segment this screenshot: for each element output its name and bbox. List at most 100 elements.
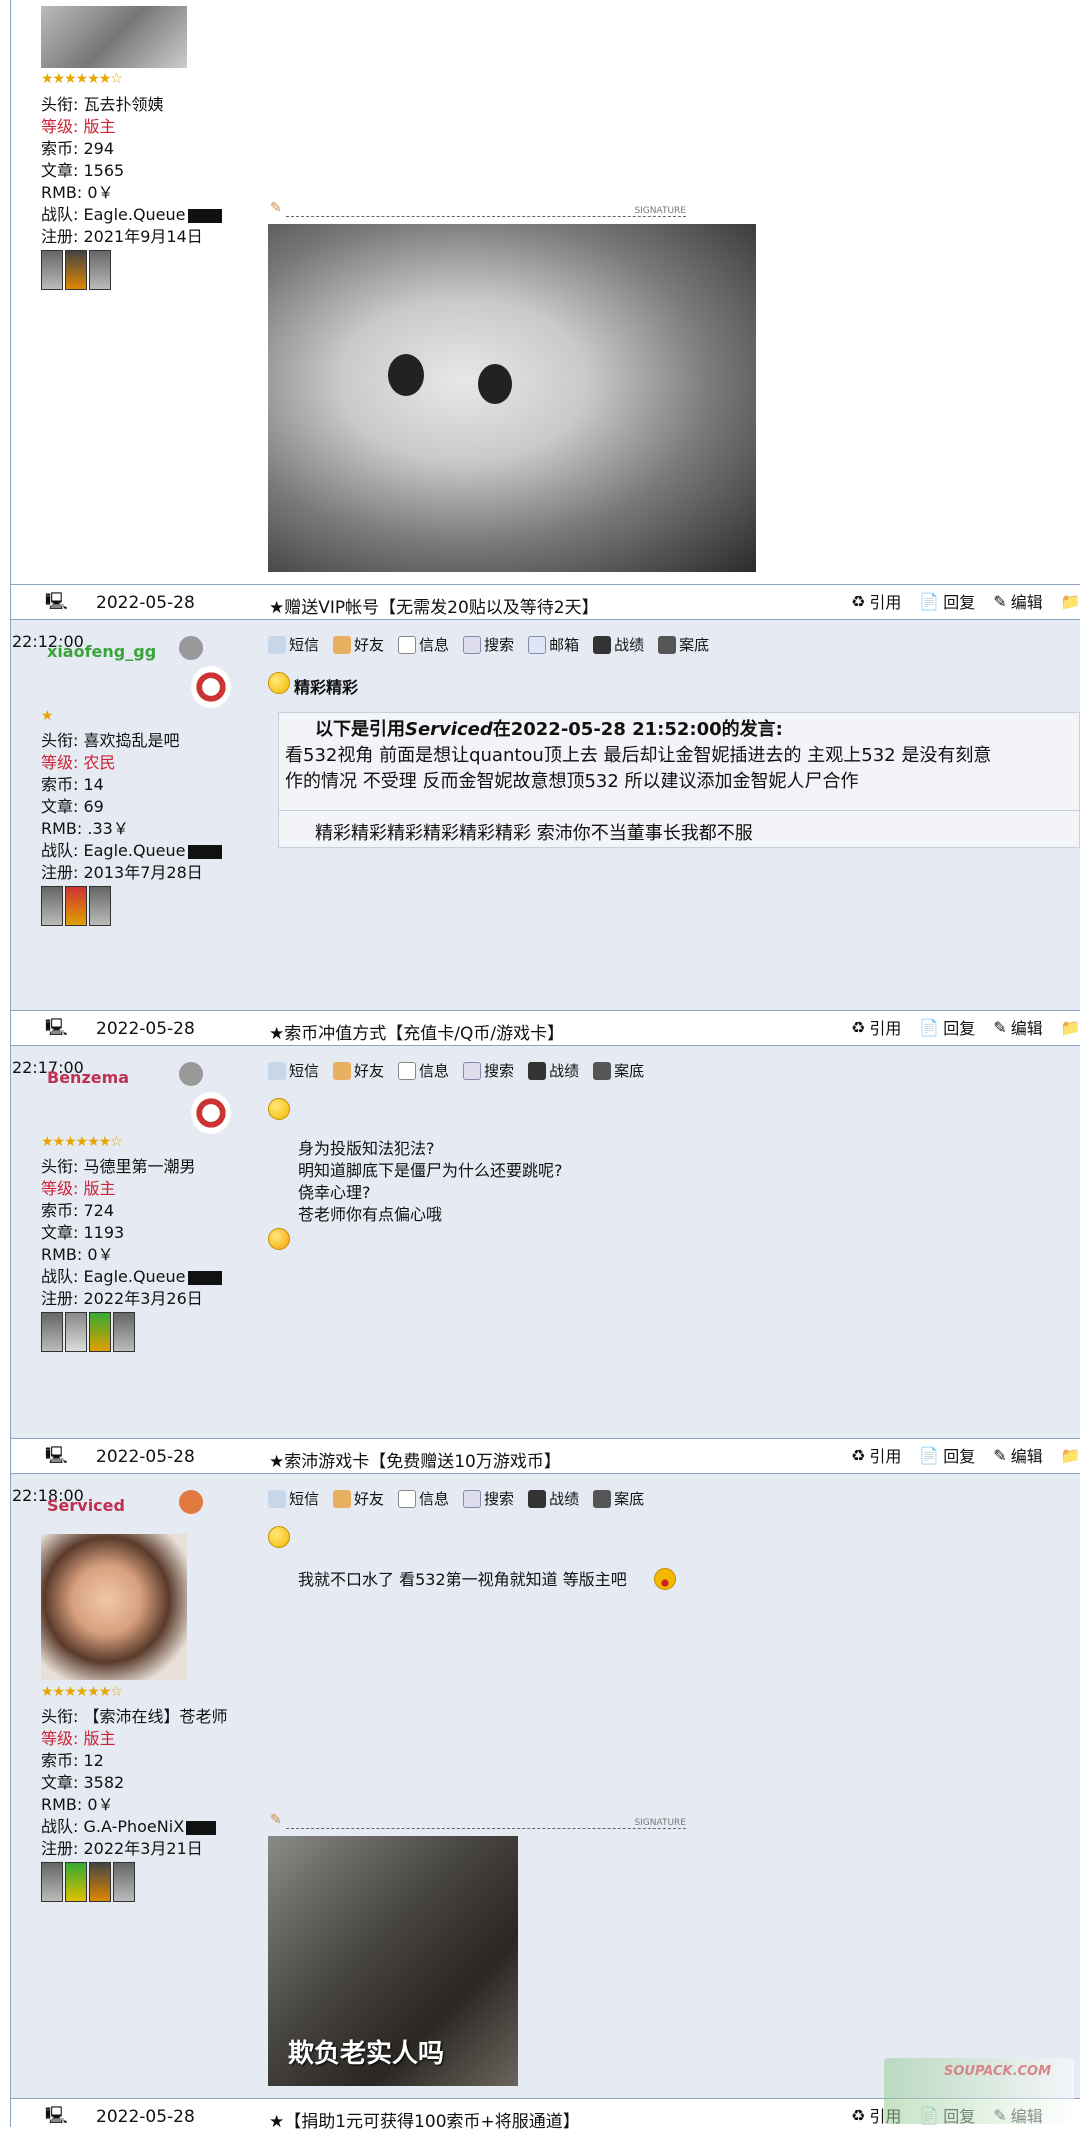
author-panel: 22:18:00 Serviced ★★★★★★☆ 头衔: 【索沛在线】苍老师 … [11,1474,244,2098]
search-button[interactable]: 搜索 [463,634,514,655]
username[interactable]: Serviced [47,1496,125,1515]
monitor-icon [593,1489,612,1508]
reply-button[interactable]: 📄回复 [919,589,975,613]
quote-icon: ♻ [851,591,866,611]
friend-button[interactable]: 好友 [333,1060,384,1081]
info-button[interactable]: 信息 [398,634,449,655]
friend-button[interactable]: 好友 [333,1488,384,1509]
soldier-icon [528,1489,547,1508]
mail-icon [528,635,547,654]
love-smiley-icon [268,1228,290,1250]
quote-icon: ♻ [851,1017,866,1037]
post-1: 22:12:00 xiaofeng_gg ★ 头衔: 喜欢捣乱是吧 等级: 农民… [11,620,1080,1012]
record-button[interactable]: 战绩 [593,634,644,655]
document-icon [398,1061,417,1080]
post-actions: ♻ 引用 📄 回复 ✎ 编辑 📁 [851,1443,1080,1467]
folder-icon: 📁 [1060,591,1080,611]
case-button[interactable]: 案底 [593,1060,644,1081]
user-face-icon [179,636,203,660]
medal-icon [65,1862,87,1902]
author-info: 头衔: 马德里第一潮男 等级: 版主 索币: 724 文章: 1193 RMB:… [41,1156,222,1310]
monitor-icon [593,1061,612,1080]
cat-eye [478,364,512,404]
computer-icon: 🖳 [45,2106,68,2126]
medal-icon [89,886,111,926]
post-date: 2022-05-28 [96,593,195,613]
info-button[interactable]: 信息 [398,1060,449,1081]
post-header-bar: 🖳 2022-05-28 ★索币冲值方式【充值卡/Q币/游戏卡】 ♻ 引用 📄 回复… [11,1011,1080,1045]
medals [41,1862,135,1902]
friend-button[interactable]: 好友 [333,634,384,655]
post-date: 2022-05-28 [96,2107,195,2127]
more-button[interactable]: 📁 [1061,589,1080,613]
search-icon [463,635,482,654]
username[interactable]: xiaofeng_gg [47,642,156,661]
username[interactable]: Benzema [47,1068,129,1087]
mascot-icon [191,1092,231,1134]
search-button[interactable]: 搜索 [463,1060,514,1081]
post-0: ★★★★★★☆ 头衔: 瓦去扑领姨 等级: 版主 索币: 294 文章: 156… [11,0,1080,584]
medal-icon [89,250,111,290]
quote-icon: ♻ [851,1445,866,1465]
avatar[interactable] [41,6,187,68]
medal-icon [41,250,63,290]
medal-icon [65,886,87,926]
quote-icon: ♻ [851,2105,866,2125]
ad-link[interactable]: ★索沛游戏卡【免费赠送10万游戏币】 [269,1447,561,1472]
record-button[interactable]: 战绩 [528,1060,579,1081]
post-text: 身为投版知法犯法? 明知道脚底下是僵尸为什么还要跳呢? 侥幸心理? 苍老师你有点… [298,1139,563,1224]
case-button[interactable]: 案底 [658,634,709,655]
author-panel: 22:17:00 Benzema ★★★★★★☆ 头衔: 马德里第一潮男 等级:… [11,1046,244,1438]
edit-icon: ✎ [993,1017,1007,1037]
quote-box: 以下是引用Serviced在2022-05-28 21:52:00的发言: 看5… [278,712,1080,818]
reply-icon: 📄 [919,591,940,611]
quote-button[interactable]: ♻引用 [851,1443,901,1467]
reply-text: 精彩精彩精彩精彩精彩精彩 索沛你不当董事长我都不服 [315,823,753,844]
medal-icon [65,250,87,290]
mail-button[interactable]: 邮箱 [528,634,579,655]
post-body: 短信 好友 信息 搜索 邮箱 战绩 案底 精彩精彩 以下是引用Serviced在… [246,620,1080,1012]
search-button[interactable]: 搜索 [463,1488,514,1509]
quote-button[interactable]: ♻引用 [851,589,901,613]
user-face-icon [179,1490,203,1514]
more-button[interactable]: 📁 [1061,1015,1080,1039]
post-body: 短信 好友 信息 搜索 战绩 案底 身为投版知法犯法? 明知道脚底下是僵尸为什么… [246,1046,1080,1438]
author-info: 头衔: 喜欢捣乱是吧 等级: 农民 索币: 14 文章: 69 RMB: .33… [41,730,222,884]
edit-button[interactable]: ✎编辑 [993,589,1042,613]
reply-button[interactable]: 📄回复 [919,1443,975,1467]
ad-link[interactable]: ★【捐助1元可获得100索币+将服通道】 [269,2107,580,2132]
medals [41,250,111,290]
post-date: 2022-05-28 [96,1447,195,1467]
smiley-icon [268,1098,290,1120]
quote-button[interactable]: ♻引用 [851,1015,901,1039]
signature-divider: SIGNATURE [286,1818,686,1829]
edit-icon: ✎ [993,591,1007,611]
quote-header: 以下是引用Serviced在2022-05-28 21:52:00的发言: [315,719,783,740]
friends-icon [333,1489,352,1508]
record-button[interactable]: 战绩 [528,1488,579,1509]
edit-button[interactable]: ✎编辑 [993,1015,1042,1039]
computer-icon: 🖳 [45,1018,68,1038]
user-tools: 短信 好友 信息 搜索 邮箱 战绩 案底 [268,634,709,655]
ad-link[interactable]: ★赠送VIP帐号【无需发20贴以及等待2天】 [269,593,599,618]
more-button[interactable]: 📁 [1061,1443,1080,1467]
post-2: 22:17:00 Benzema ★★★★★★☆ 头衔: 马德里第一潮男 等级:… [11,1046,1080,1438]
sms-button[interactable]: 短信 [268,1488,319,1509]
gif-caption: 欺负老实人吗 [288,2039,445,2069]
info-button[interactable]: 信息 [398,1488,449,1509]
post-3: 22:18:00 Serviced ★★★★★★☆ 头衔: 【索沛在线】苍老师 … [11,1474,1080,2098]
reply-button[interactable]: 📄回复 [919,1015,975,1039]
team-logo-icon [186,1820,217,1835]
author-info: 头衔: 【索沛在线】苍老师 等级: 版主 索币: 12 文章: 3582 RMB… [41,1707,228,1858]
post-body: ✎ SIGNATURE [246,0,1080,584]
sms-button[interactable]: 短信 [268,634,319,655]
rank-stars: ★ [41,708,54,724]
case-button[interactable]: 案底 [593,1488,644,1509]
computer-icon: 🖳 [45,592,68,612]
ad-link[interactable]: ★索币冲值方式【充值卡/Q币/游戏卡】 [269,1019,564,1044]
post-heading: 精彩精彩 [294,678,359,697]
edit-button[interactable]: ✎编辑 [993,1443,1042,1467]
avatar[interactable] [41,1534,187,1680]
sms-button[interactable]: 短信 [268,1060,319,1081]
search-icon [463,1061,482,1080]
